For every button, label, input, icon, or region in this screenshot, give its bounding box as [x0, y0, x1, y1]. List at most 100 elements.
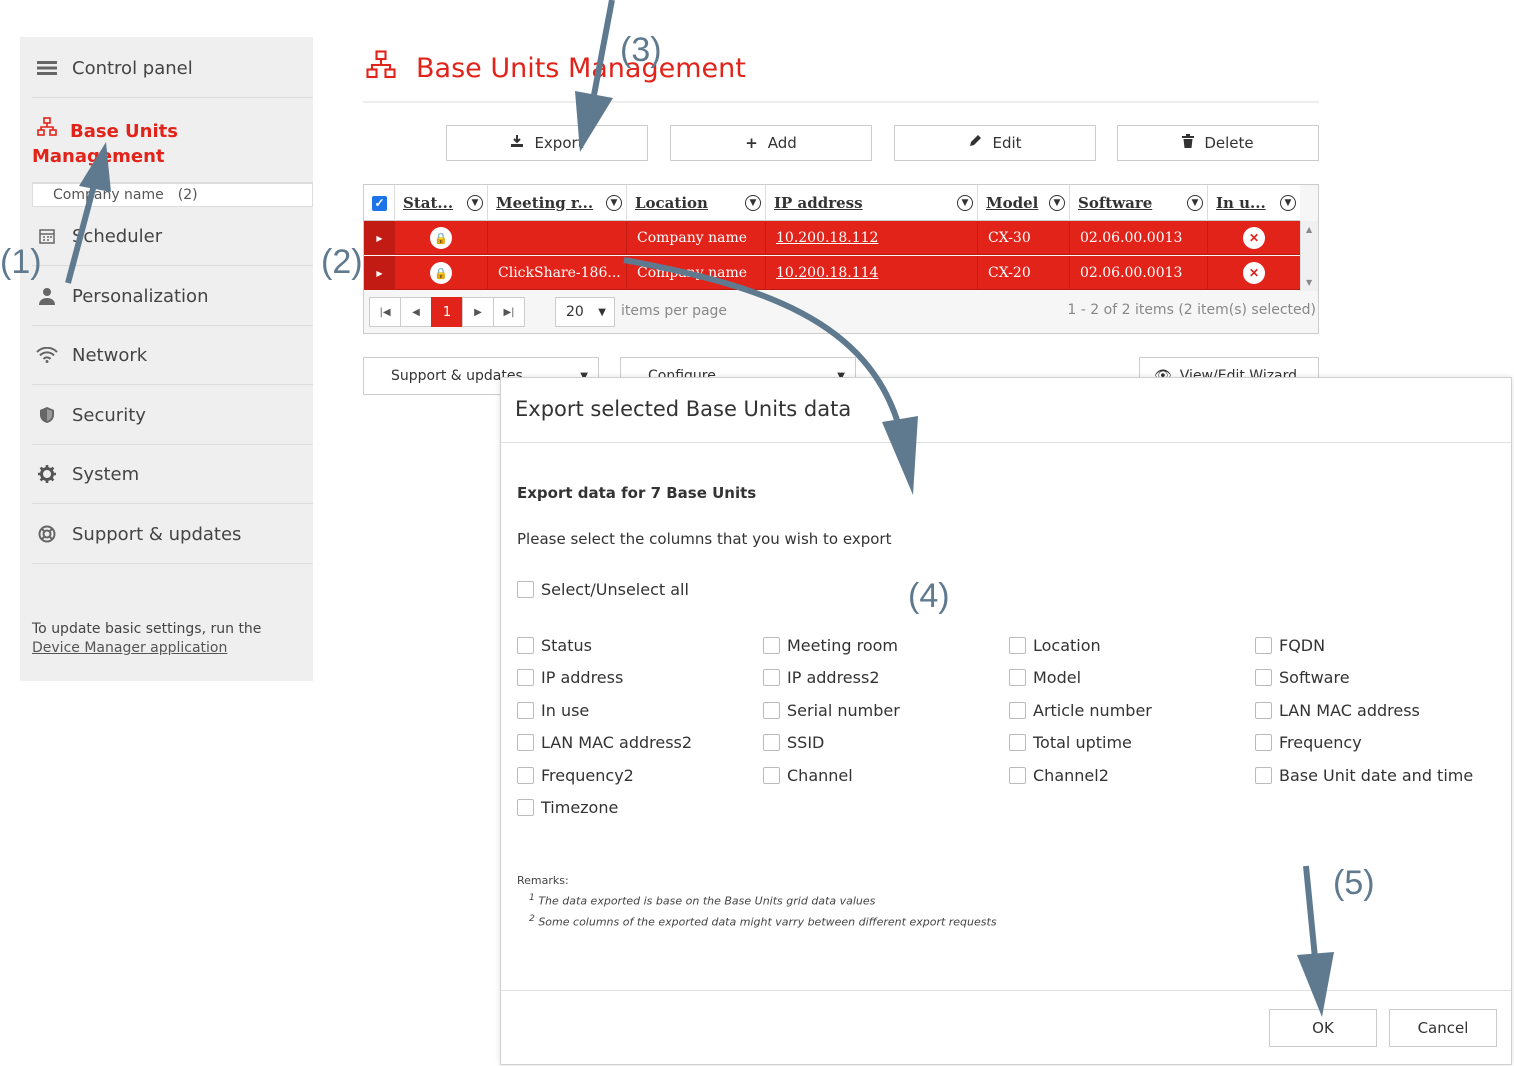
sidebar-item-system[interactable]: System: [32, 445, 313, 504]
select-all-column[interactable]: ✓: [364, 185, 395, 221]
export-button[interactable]: Export: [446, 125, 648, 161]
checkbox-box[interactable]: [1009, 637, 1026, 654]
column-checkbox-software[interactable]: Software: [1255, 668, 1350, 687]
filter-icon[interactable]: ▼: [606, 195, 622, 211]
next-page-icon[interactable]: ▶: [462, 297, 494, 327]
select-all-checkbox[interactable]: ✓: [372, 196, 387, 211]
checkbox-box[interactable]: [1009, 702, 1026, 719]
expand-row-icon[interactable]: ▶: [364, 256, 395, 290]
sidebar-subitem-company[interactable]: Company name (2): [32, 183, 313, 207]
checkbox-box[interactable]: [1009, 767, 1026, 784]
column-header-location[interactable]: Location ▼: [627, 185, 766, 221]
scroll-up-icon[interactable]: ▲: [1306, 225, 1312, 234]
table-row[interactable]: ▶ 🔒 Company name 10.200.18.112 CX-30 02.…: [364, 221, 1300, 255]
checkbox-box[interactable]: [763, 669, 780, 686]
select-all-checkbox[interactable]: Select/Unselect all: [517, 580, 689, 599]
add-button[interactable]: + Add: [670, 125, 872, 161]
column-header-status[interactable]: Stat... ▼: [395, 185, 488, 221]
expand-row-icon[interactable]: ▶: [364, 221, 395, 255]
checkbox-box[interactable]: [1255, 702, 1272, 719]
column-header-software[interactable]: Software ▼: [1070, 185, 1208, 221]
checkbox-box[interactable]: [1009, 669, 1026, 686]
column-header-in-use[interactable]: In u... ▼: [1208, 185, 1300, 221]
column-checkbox-status[interactable]: Status: [517, 636, 592, 655]
column-checkbox-ssid[interactable]: SSID: [763, 733, 824, 752]
grid-scrollbar[interactable]: ▲ ▼: [1300, 221, 1318, 291]
checkbox-box[interactable]: [763, 637, 780, 654]
filter-icon[interactable]: ▼: [1049, 195, 1065, 211]
column-header-meeting-room[interactable]: Meeting r... ▼: [488, 185, 627, 221]
column-checkbox-location[interactable]: Location: [1009, 636, 1101, 655]
device-manager-link[interactable]: Device Manager application: [32, 640, 227, 656]
column-checkbox-serial-number[interactable]: Serial number: [763, 701, 900, 720]
sidebar-item-personalization[interactable]: Personalization: [32, 267, 313, 326]
checkbox-box[interactable]: [1255, 669, 1272, 686]
column-checkbox-article-number[interactable]: Article number: [1009, 701, 1152, 720]
column-checkbox-model[interactable]: Model: [1009, 668, 1081, 687]
sidebar-item-control-panel[interactable]: Control panel: [32, 39, 313, 98]
column-checkbox-lan-mac-address2[interactable]: LAN MAC address2: [517, 733, 692, 752]
sidebar-item-scheduler[interactable]: Scheduler: [32, 207, 313, 266]
ok-button[interactable]: OK: [1269, 1009, 1377, 1047]
checkbox-box[interactable]: [517, 734, 534, 751]
sidebar-item-security[interactable]: Security: [32, 386, 313, 445]
column-checkbox-frequency2[interactable]: Frequency2: [517, 766, 634, 785]
column-checkbox-channel2[interactable]: Channel2: [1009, 766, 1109, 785]
filter-icon[interactable]: ▼: [745, 195, 761, 211]
software-cell: 02.06.00.0013: [1070, 256, 1208, 290]
column-header-model[interactable]: Model ▼: [978, 185, 1070, 221]
column-checkbox-in-use[interactable]: In use: [517, 701, 589, 720]
checkbox-box[interactable]: [1255, 767, 1272, 784]
remark-item: 1 The data exported is base on the Base …: [529, 892, 876, 908]
filter-icon[interactable]: ▼: [1280, 195, 1296, 211]
checkbox-box[interactable]: [517, 799, 534, 816]
scroll-down-icon[interactable]: ▼: [1306, 278, 1312, 287]
cancel-button[interactable]: Cancel: [1389, 1009, 1497, 1047]
column-checkbox-ip-address[interactable]: IP address: [517, 668, 623, 687]
column-checkbox-lan-mac-address[interactable]: LAN MAC address: [1255, 701, 1420, 720]
column-checkbox-channel[interactable]: Channel: [763, 766, 853, 785]
page-size-select[interactable]: 20 ▼: [555, 297, 615, 327]
grid-header: ✓ Stat... ▼ Meeting r... ▼ Location ▼ IP…: [364, 185, 1300, 221]
gear-icon: [34, 465, 60, 483]
sidebar-subitem-count: (2): [177, 187, 198, 203]
checkbox-box[interactable]: [1255, 637, 1272, 654]
checkbox-box[interactable]: [517, 767, 534, 784]
column-checkbox-ip-address2[interactable]: IP address2: [763, 668, 880, 687]
sidebar-item-label: Control panel: [72, 57, 193, 79]
sidebar-item-network[interactable]: Network: [32, 326, 313, 385]
table-row[interactable]: ▶ 🔒 ClickShare-186... Company name 10.20…: [364, 256, 1300, 290]
checkbox-box[interactable]: [517, 637, 534, 654]
checkbox-box[interactable]: [517, 702, 534, 719]
first-page-icon[interactable]: |◀: [369, 297, 401, 327]
prev-page-icon[interactable]: ◀: [400, 297, 432, 327]
sidebar-item-support[interactable]: Support & updates: [32, 505, 313, 564]
checkbox-box[interactable]: [517, 581, 534, 598]
column-checkbox-frequency[interactable]: Frequency: [1255, 733, 1362, 752]
checkbox-box[interactable]: [517, 669, 534, 686]
checkbox-box[interactable]: [1255, 734, 1272, 751]
last-page-icon[interactable]: ▶|: [493, 297, 525, 327]
ip-address-link[interactable]: 10.200.18.112: [766, 221, 978, 255]
filter-icon[interactable]: ▼: [467, 195, 483, 211]
not-in-use-icon: ✕: [1243, 262, 1265, 284]
current-page[interactable]: 1: [431, 297, 463, 327]
checkbox-box[interactable]: [763, 767, 780, 784]
checkbox-box[interactable]: [763, 734, 780, 751]
checkbox-box[interactable]: [1009, 734, 1026, 751]
column-checkbox-base-unit-date-time[interactable]: Base Unit date and time: [1255, 766, 1473, 785]
filter-icon[interactable]: ▼: [957, 195, 973, 211]
checkbox-box[interactable]: [763, 702, 780, 719]
ip-address-link[interactable]: 10.200.18.114: [766, 256, 978, 290]
column-checkbox-timezone[interactable]: Timezone: [517, 798, 618, 817]
delete-button[interactable]: Delete: [1117, 125, 1319, 161]
sidebar-item-base-units[interactable]: Base Units Management: [32, 99, 313, 183]
base-units-grid: ✓ Stat... ▼ Meeting r... ▼ Location ▼ IP…: [363, 184, 1319, 334]
column-header-ip-address[interactable]: IP address ▼: [766, 185, 978, 221]
edit-button[interactable]: Edit: [894, 125, 1096, 161]
checkbox-label: Software: [1279, 668, 1350, 687]
column-checkbox-total-uptime[interactable]: Total uptime: [1009, 733, 1132, 752]
column-checkbox-fqdn[interactable]: FQDN: [1255, 636, 1325, 655]
filter-icon[interactable]: ▼: [1187, 195, 1203, 211]
column-checkbox-meeting-room[interactable]: Meeting room: [763, 636, 898, 655]
